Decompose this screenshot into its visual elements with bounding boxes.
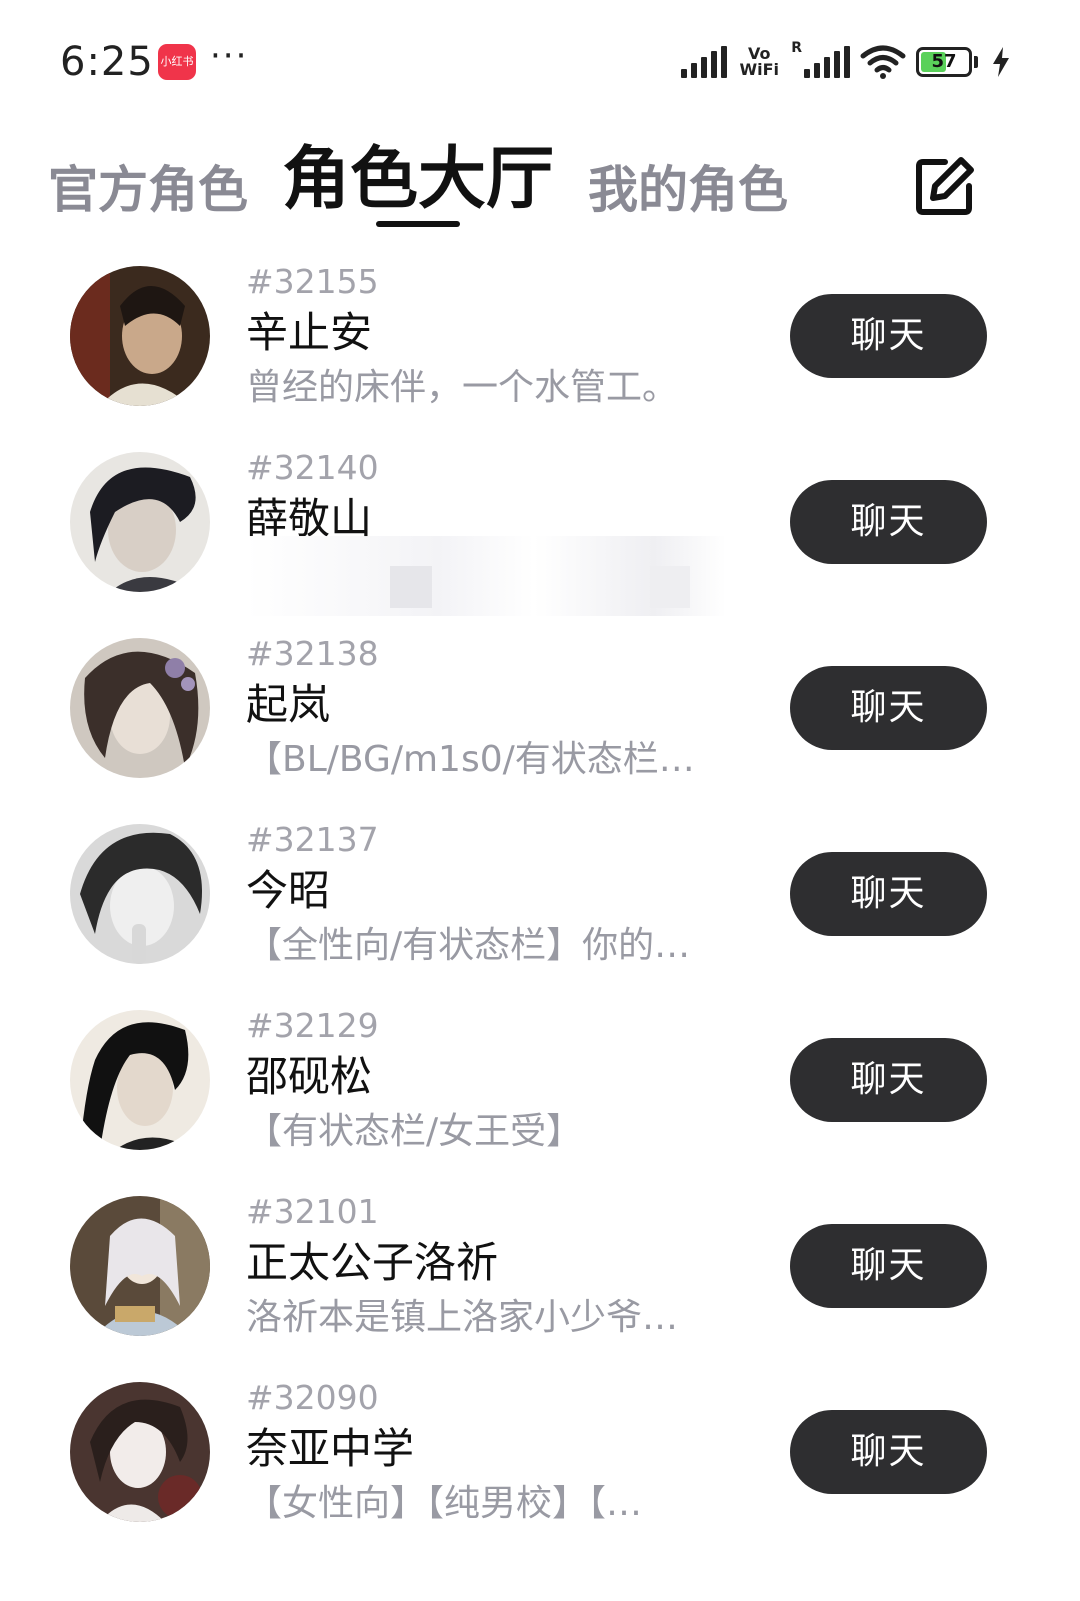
role-name: 奈亚中学 [246, 1424, 415, 1473]
role-id: #32137 [246, 820, 379, 859]
role-id: #32138 [246, 634, 379, 673]
avatar[interactable] [70, 1382, 210, 1522]
role-name: 正太公子洛祈 [246, 1238, 499, 1287]
role-description: 【女性向】【纯男校】【… [246, 1483, 643, 1524]
role-description: 【BL/BG/m1s0/有状态栏… [246, 739, 695, 780]
role-name: 起岚 [246, 680, 331, 729]
roaming-label: R [791, 40, 802, 56]
role-id: #32090 [246, 1378, 379, 1417]
role-list-item[interactable]: #32138 起岚 【BL/BG/m1s0/有状态栏… 聊天 [0, 612, 1080, 798]
avatar[interactable] [70, 1010, 210, 1150]
tab-official-roles[interactable]: 官方角色 [48, 160, 248, 220]
avatar[interactable] [70, 1196, 210, 1336]
battery-icon: 57 [916, 47, 978, 77]
xiaohongshu-app-icon: 小红书 [158, 44, 196, 80]
role-list-item[interactable]: #32129 邵砚松 【有状态栏/女王受】 聊天 [0, 984, 1080, 1170]
chat-button[interactable]: 聊天 [790, 480, 987, 564]
tab-my-roles[interactable]: 我的角色 [588, 160, 788, 220]
role-description: 洛祈本是镇上洛家小少爷… [246, 1297, 679, 1338]
role-list-item[interactable]: #32155 辛止安 曾经的床伴，一个水管工。 聊天 [0, 240, 1080, 426]
signal-bars-icon-2 [804, 46, 850, 78]
role-name: 邵砚松 [246, 1052, 373, 1101]
role-name: 辛止安 [246, 308, 373, 357]
chat-button[interactable]: 聊天 [790, 1224, 987, 1308]
role-description: 【有状态栏/女王受】 [246, 1111, 583, 1152]
active-tab-indicator [376, 221, 460, 227]
role-id: #32155 [246, 262, 379, 301]
more-notifications-dots: ··· [210, 36, 249, 76]
avatar[interactable] [70, 824, 210, 964]
status-icons: Vo WiFi R 57 [681, 40, 1010, 84]
role-id: #32140 [246, 448, 379, 487]
chat-button[interactable]: 聊天 [790, 1410, 987, 1494]
role-id: #32101 [246, 1192, 379, 1231]
role-id: #32129 [246, 1006, 379, 1045]
battery-level: 57 [931, 51, 957, 72]
status-bar: 6:25 小红书 ··· Vo WiFi R 57 [0, 0, 1080, 120]
vowifi-label: Vo WiFi [739, 44, 779, 79]
role-description: 【全性向/有状态栏】你的… [246, 925, 691, 966]
role-list-item[interactable]: #32101 正太公子洛祈 洛祈本是镇上洛家小少爷… 聊天 [0, 1170, 1080, 1356]
avatar[interactable] [70, 638, 210, 778]
chat-button[interactable]: 聊天 [790, 666, 987, 750]
bolt-icon [993, 47, 1009, 77]
wifi-icon [860, 45, 906, 79]
chat-button[interactable]: 聊天 [790, 1038, 987, 1122]
role-list-item[interactable]: #32137 今昭 【全性向/有状态栏】你的… 聊天 [0, 798, 1080, 984]
role-description: 曾经的床伴，一个水管工。 [246, 367, 679, 408]
avatar[interactable] [70, 266, 210, 406]
avatar[interactable] [70, 452, 210, 592]
edit-square-icon [916, 157, 974, 215]
obscured-description [246, 536, 726, 616]
tab-bar: 官方角色 角色大厅 我的角色 [0, 120, 1080, 240]
role-list: #32155 辛止安 曾经的床伴，一个水管工。 聊天 #32140 薛敬山 聊天 [0, 240, 1080, 1542]
tab-role-hall[interactable]: 角色大厅 [282, 140, 554, 220]
chat-button[interactable]: 聊天 [790, 852, 987, 936]
role-name: 今昭 [246, 866, 331, 915]
status-time: 6:25 [60, 39, 154, 85]
role-list-item[interactable]: #32140 薛敬山 聊天 [0, 426, 1080, 616]
role-list-item[interactable]: #32090 奈亚中学 【女性向】【纯男校】【… 聊天 [0, 1356, 1080, 1542]
chat-button[interactable]: 聊天 [790, 294, 987, 378]
edit-button[interactable] [905, 146, 985, 226]
signal-bars-icon [681, 46, 728, 78]
